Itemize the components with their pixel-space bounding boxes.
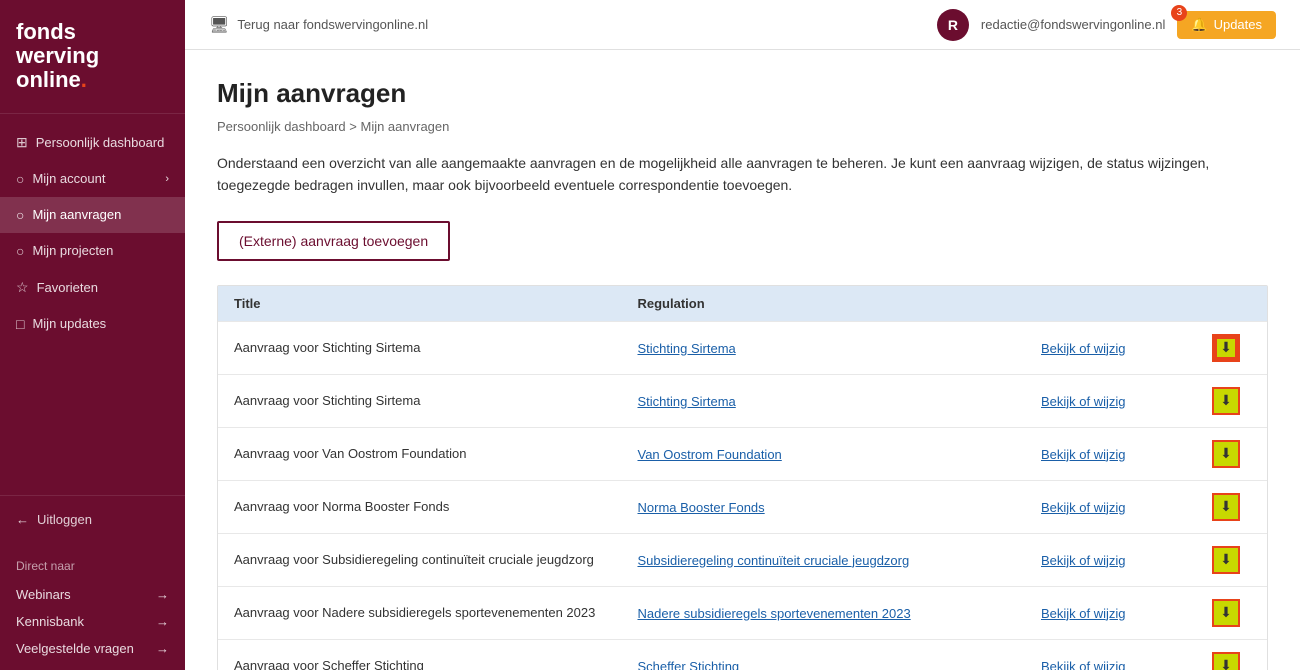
user-email: redactie@fondswervingonline.nl [981, 17, 1165, 32]
breadcrumb: Persoonlijk dashboard > Mijn aanvragen [217, 119, 1268, 134]
sidebar: fonds werving online. ⊞ Persoonlijk dash… [0, 0, 185, 670]
row-regulation[interactable]: Nadere subsidieregels sportevenementen 2… [638, 605, 1042, 621]
row-title: Aanvraag voor Subsidieregeling continuït… [234, 552, 638, 567]
arrow-right-icon: → [156, 587, 169, 602]
updates-icon: □ [16, 316, 24, 332]
row-download: ⬇ [1201, 440, 1251, 468]
page-description: Onderstaand een overzicht van alle aange… [217, 152, 1267, 197]
sidebar-footer: ← Uitloggen [0, 495, 185, 543]
grid-icon: ⊞ [16, 134, 28, 151]
row-regulation[interactable]: Scheffer Stichting [638, 658, 1042, 670]
table-row: Aanvraag voor Scheffer Stichting Scheffe… [218, 639, 1267, 670]
row-action[interactable]: Bekijk of wijzig [1041, 340, 1201, 356]
row-regulation[interactable]: Stichting Sirtema [638, 340, 1042, 356]
row-regulation[interactable]: Stichting Sirtema [638, 393, 1042, 409]
download-button[interactable]: ⬇ [1212, 652, 1240, 670]
aanvragen-table: Title Regulation Aanvraag voor Stichting… [217, 285, 1268, 670]
download-icon: ⬇ [1220, 445, 1232, 462]
table-row: Aanvraag voor Nadere subsidieregels spor… [218, 586, 1267, 639]
download-button[interactable]: ⬇ [1212, 546, 1240, 574]
logo: fonds werving online. [0, 0, 185, 114]
topbar: 🖥 Terug naar fondswervingonline.nl R red… [185, 0, 1300, 50]
chevron-down-icon: › [165, 173, 169, 185]
download-button[interactable]: ⬇ [1212, 334, 1240, 362]
row-title: Aanvraag voor Nadere subsidieregels spor… [234, 605, 638, 620]
monitor-icon: 🖥 [209, 15, 229, 35]
main-content: 🖥 Terug naar fondswervingonline.nl R red… [185, 0, 1300, 670]
direct-naar-section: Direct naar Webinars → Kennisbank → Veel… [0, 543, 185, 670]
aanvragen-icon: ○ [16, 207, 24, 223]
avatar: R [937, 9, 969, 41]
row-download: ⬇ [1201, 652, 1251, 670]
download-button[interactable]: ⬇ [1212, 387, 1240, 415]
sidebar-link-faq[interactable]: Veelgestelde vragen → [16, 635, 169, 662]
logo-text: fonds werving online. [16, 20, 169, 93]
row-action[interactable]: Bekijk of wijzig [1041, 393, 1201, 409]
row-download: ⬇ [1201, 387, 1251, 415]
row-title: Aanvraag voor Stichting Sirtema [234, 340, 638, 355]
row-title: Aanvraag voor Scheffer Stichting [234, 658, 638, 670]
topbar-right: R redactie@fondswervingonline.nl 3 🔔 Upd… [937, 9, 1276, 41]
sidebar-item-updates[interactable]: □ Mijn updates [0, 306, 185, 342]
account-icon: ○ [16, 171, 24, 187]
download-button[interactable]: ⬇ [1212, 599, 1240, 627]
projecten-icon: ○ [16, 243, 24, 259]
sidebar-item-projecten[interactable]: ○ Mijn projecten [0, 233, 185, 269]
row-download: ⬇ [1201, 546, 1251, 574]
row-action[interactable]: Bekijk of wijzig [1041, 605, 1201, 621]
back-link[interactable]: 🖥 Terug naar fondswervingonline.nl [209, 15, 428, 35]
sidebar-link-kennisbank[interactable]: Kennisbank → [16, 608, 169, 635]
sidebar-item-dashboard[interactable]: ⊞ Persoonlijk dashboard [0, 124, 185, 161]
table-row: Aanvraag voor Subsidieregeling continuït… [218, 533, 1267, 586]
row-download: ⬇ [1201, 334, 1251, 362]
download-icon: ⬇ [1220, 657, 1232, 670]
row-action[interactable]: Bekijk of wijzig [1041, 552, 1201, 568]
table-row: Aanvraag voor Norma Booster Fonds Norma … [218, 480, 1267, 533]
table-header: Title Regulation [218, 286, 1267, 321]
col-regulation: Regulation [638, 296, 1042, 311]
bell-icon: 🔔 [1191, 17, 1207, 33]
download-icon: ⬇ [1220, 551, 1232, 568]
sidebar-nav: ⊞ Persoonlijk dashboard ○ Mijn account ›… [0, 114, 185, 495]
table-row: Aanvraag voor Stichting Sirtema Stichtin… [218, 374, 1267, 427]
table-row: Aanvraag voor Stichting Sirtema Stichtin… [218, 321, 1267, 374]
col-title: Title [234, 296, 638, 311]
row-download: ⬇ [1201, 493, 1251, 521]
row-title: Aanvraag voor Van Oostrom Foundation [234, 446, 638, 461]
row-action[interactable]: Bekijk of wijzig [1041, 446, 1201, 462]
star-icon: ☆ [16, 279, 29, 296]
sidebar-item-aanvragen[interactable]: ○ Mijn aanvragen [0, 197, 185, 233]
table-rows: Aanvraag voor Stichting Sirtema Stichtin… [218, 321, 1267, 670]
download-icon: ⬇ [1220, 498, 1232, 515]
download-icon: ⬇ [1220, 604, 1232, 621]
updates-button[interactable]: 3 🔔 Updates [1177, 11, 1276, 39]
row-regulation[interactable]: Norma Booster Fonds [638, 499, 1042, 515]
row-title: Aanvraag voor Stichting Sirtema [234, 393, 638, 408]
download-button[interactable]: ⬇ [1212, 493, 1240, 521]
logout-icon: ← [16, 512, 29, 527]
download-icon: ⬇ [1220, 392, 1232, 409]
row-regulation[interactable]: Van Oostrom Foundation [638, 446, 1042, 462]
page-title: Mijn aanvragen [217, 78, 1268, 109]
row-action[interactable]: Bekijk of wijzig [1041, 658, 1201, 670]
row-title: Aanvraag voor Norma Booster Fonds [234, 499, 638, 514]
row-action[interactable]: Bekijk of wijzig [1041, 499, 1201, 515]
table-row: Aanvraag voor Van Oostrom Foundation Van… [218, 427, 1267, 480]
row-regulation[interactable]: Subsidieregeling continuïteit cruciale j… [638, 552, 1042, 568]
updates-badge: 3 [1171, 5, 1187, 21]
download-button[interactable]: ⬇ [1212, 440, 1240, 468]
row-download: ⬇ [1201, 599, 1251, 627]
add-aanvraag-button[interactable]: (Externe) aanvraag toevoegen [217, 221, 450, 261]
arrow-right-icon: → [156, 641, 169, 656]
arrow-right-icon: → [156, 614, 169, 629]
sidebar-item-favorieten[interactable]: ☆ Favorieten [0, 269, 185, 306]
logout-button[interactable]: ← Uitloggen [16, 512, 169, 527]
content-area: Mijn aanvragen Persoonlijk dashboard > M… [185, 50, 1300, 670]
sidebar-item-account[interactable]: ○ Mijn account › [0, 161, 185, 197]
download-icon: ⬇ [1220, 339, 1232, 356]
col-download [1201, 296, 1251, 311]
sidebar-link-webinars[interactable]: Webinars → [16, 581, 169, 608]
col-action [1041, 296, 1201, 311]
